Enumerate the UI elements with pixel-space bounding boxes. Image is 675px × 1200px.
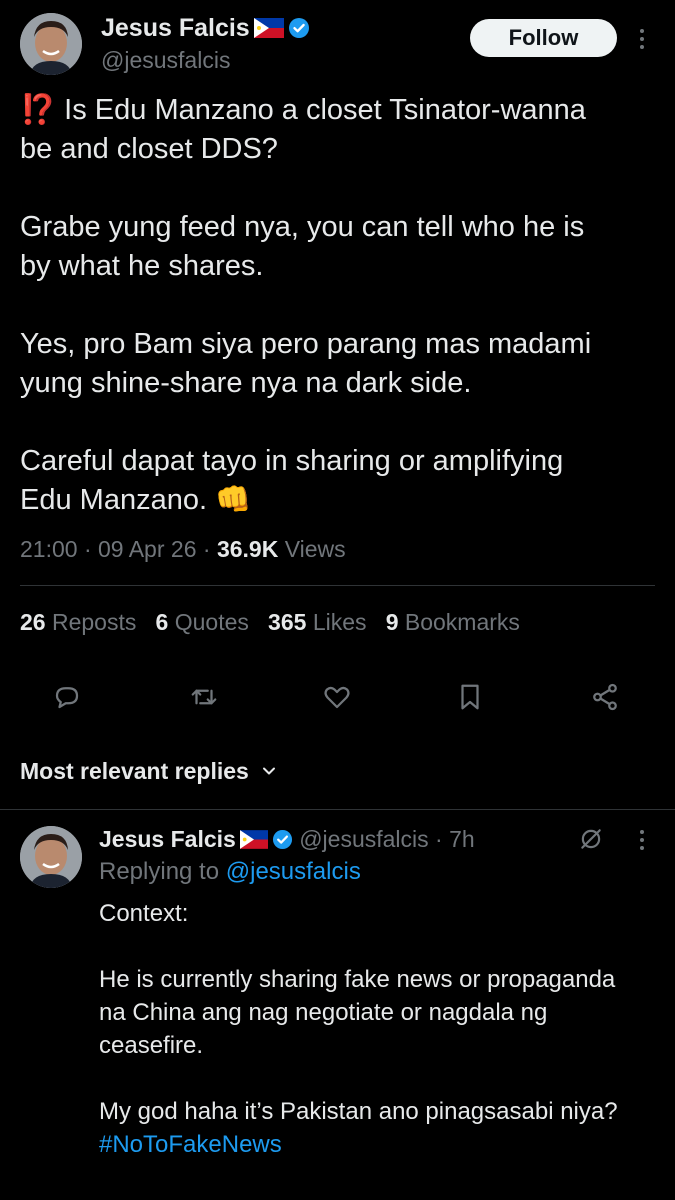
bookmarks-stat[interactable]: 9 Bookmarks (386, 609, 520, 635)
tweet-meta: 21:00 · 09 Apr 26 · 36.9K Views (20, 536, 346, 563)
views-count[interactable]: 36.9K (217, 536, 278, 562)
tweet-text: ⁉️ Is Edu Manzano a closet Tsinator-wann… (20, 91, 660, 520)
reply-more-options-icon[interactable] (640, 830, 646, 854)
reposts-count: 26 (20, 609, 46, 635)
verified-badge-icon (272, 829, 292, 850)
meta-separator: · (435, 826, 443, 852)
likes-count: 365 (268, 609, 307, 635)
like-icon[interactable] (322, 682, 352, 712)
bookmarks-label: Bookmarks (404, 609, 520, 635)
meta-separator: · (83, 536, 92, 562)
reply-body: Context: He is currently sharing fake ne… (99, 900, 618, 1125)
meta-separator: · (202, 536, 211, 562)
replies-sort-label: Most relevant replies (20, 758, 249, 784)
grok-icon[interactable] (578, 826, 604, 852)
reply-header: Jesus Falcis @jesusfalcis · 7h (99, 826, 475, 853)
bookmark-icon[interactable] (455, 682, 485, 712)
engagement-stats: 26 Reposts 6 Quotes 365 Likes 9 Bookmark… (20, 609, 520, 636)
interrobang-emoji: ⁉️ (20, 94, 57, 126)
follow-button[interactable]: Follow (470, 19, 617, 57)
reply-author-name[interactable]: Jesus Falcis (99, 826, 236, 852)
replying-to-label: Replying to (99, 858, 220, 885)
author-avatar[interactable] (20, 13, 82, 75)
likes-stat[interactable]: 365 Likes (268, 609, 366, 635)
tweet-date[interactable]: 09 Apr 26 (98, 536, 196, 562)
philippines-flag-icon (253, 18, 284, 38)
quotes-stat[interactable]: 6 Quotes (156, 609, 249, 635)
share-icon[interactable] (590, 682, 620, 712)
author-handle[interactable]: @jesusfalcis (101, 47, 230, 74)
reposts-label: Reposts (51, 609, 137, 635)
philippines-flag-icon (239, 830, 268, 849)
author-name-row: Jesus Falcis (101, 14, 310, 43)
quotes-count: 6 (155, 609, 169, 635)
reply-icon[interactable] (52, 682, 82, 712)
hashtag-link[interactable]: #NoToFakeNews (99, 1131, 282, 1158)
author-name[interactable]: Jesus Falcis (101, 14, 250, 42)
divider (20, 585, 655, 586)
views-label: Views (284, 536, 346, 562)
likes-label: Likes (312, 609, 367, 635)
divider (0, 809, 675, 810)
replying-to-handle[interactable]: @jesusfalcis (226, 858, 361, 885)
replying-to: Replying to @jesusfalcis (99, 858, 361, 886)
reply-author-avatar[interactable] (20, 826, 82, 888)
bookmarks-count: 9 (385, 609, 399, 635)
tweet-body: Is Edu Manzano a closet Tsinator-wanna b… (20, 94, 592, 516)
quotes-label: Quotes (174, 609, 249, 635)
reply-author-handle[interactable]: @jesusfalcis (299, 826, 428, 852)
chevron-down-icon (263, 767, 276, 775)
repost-icon[interactable] (189, 682, 219, 712)
replies-sort-dropdown[interactable]: Most relevant replies (20, 758, 279, 785)
verified-badge-icon (288, 18, 309, 38)
reposts-stat[interactable]: 26 Reposts (20, 609, 136, 635)
more-options-icon[interactable] (640, 29, 646, 53)
reply-text: Context: He is currently sharing fake ne… (99, 897, 669, 1161)
fist-emoji: 👊 (215, 484, 252, 516)
tweet-time[interactable]: 21:00 (20, 536, 78, 562)
reply-time[interactable]: 7h (449, 826, 475, 852)
